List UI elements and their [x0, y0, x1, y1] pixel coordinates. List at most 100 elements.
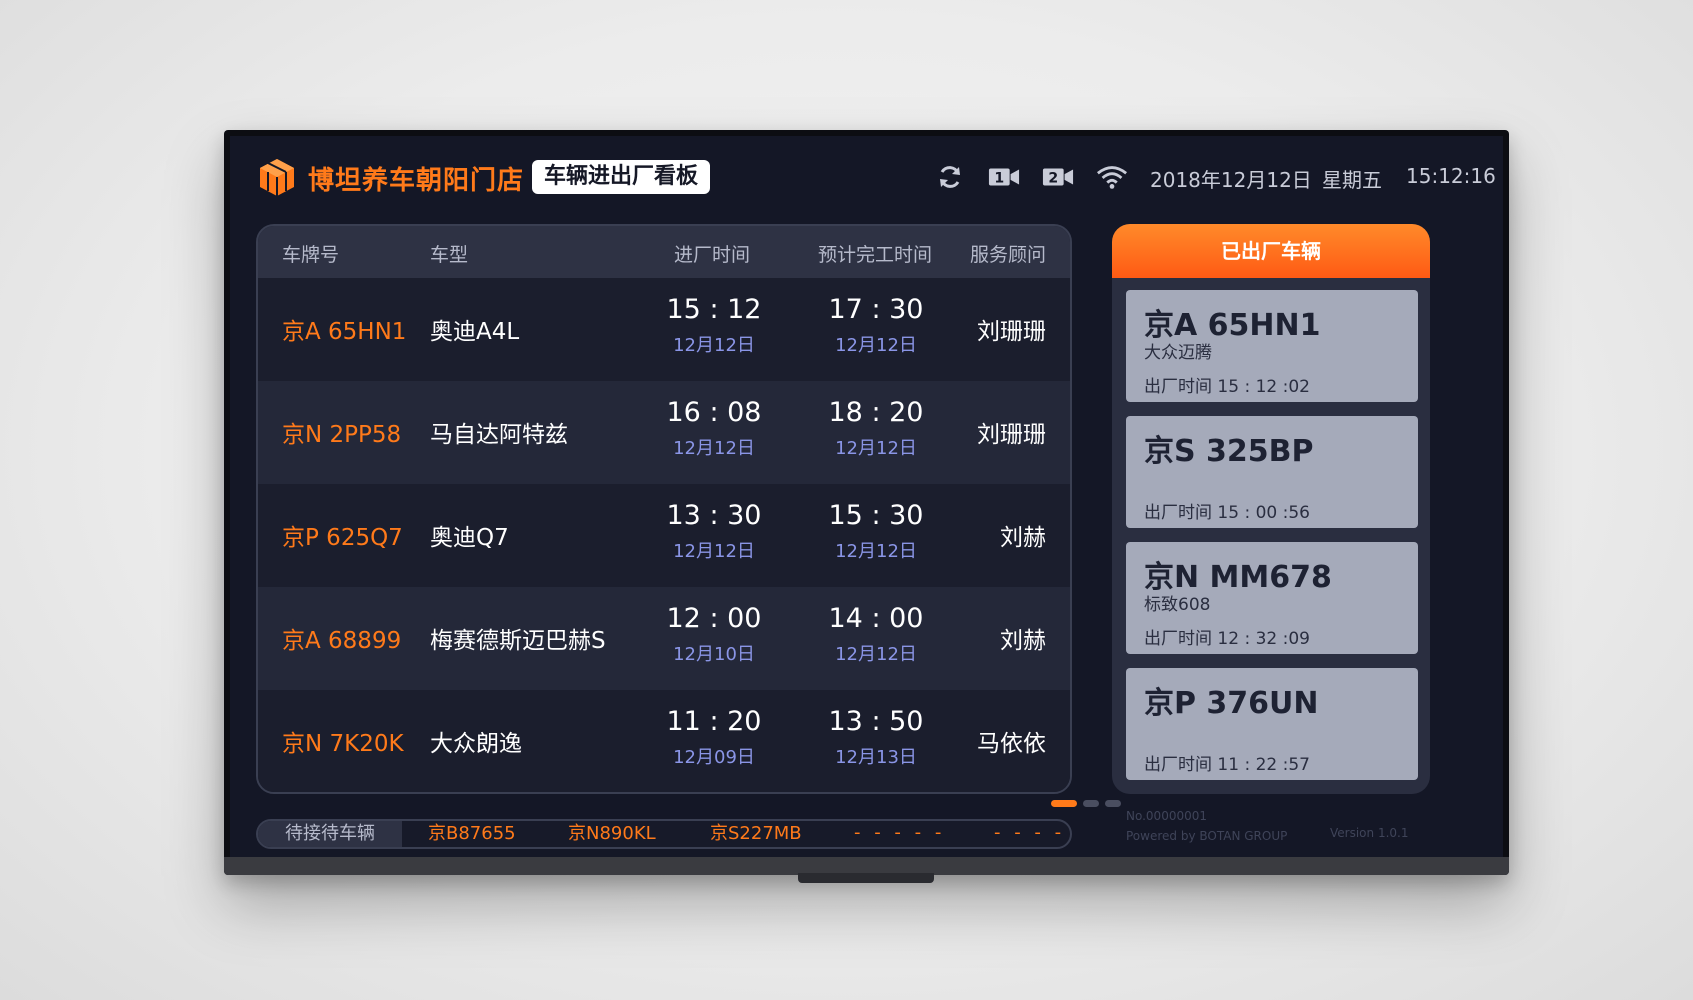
- est-finish-date: 12月12日: [835, 541, 917, 562]
- footer-info: No.00000001 Powered by BOTAN GROUP: [1126, 806, 1287, 846]
- table-row[interactable]: 京A 68899 梅赛德斯迈巴赫S 12 : 00 12月10日 14 : 00…: [258, 587, 1070, 690]
- in-time-date: 12月12日: [673, 541, 755, 562]
- table-row[interactable]: 京N 7K20K 大众朗逸 11 : 20 12月09日 13 : 50 12月…: [258, 690, 1070, 792]
- col-est-finish: 预计完工时间: [818, 244, 933, 266]
- est-finish-time: 13 : 50 12月13日: [811, 706, 941, 769]
- service-advisor: 刘珊珊: [977, 422, 1046, 448]
- est-finish-clock: 13 : 50: [828, 706, 924, 737]
- plate-number: 京N 2PP58: [282, 422, 402, 448]
- camera-2-label: 2: [1048, 171, 1058, 187]
- col-in-time: 进厂时间: [674, 244, 751, 266]
- exited-card[interactable]: 京N MM678 标致608 出厂时间 12 : 32 :09: [1126, 542, 1418, 654]
- car-model: 奥迪Q7: [430, 525, 509, 551]
- service-advisor: 刘赫: [1000, 628, 1046, 654]
- exited-time: 出厂时间 12 : 32 :09: [1144, 629, 1310, 649]
- est-finish-clock: 14 : 00: [828, 603, 924, 634]
- tv-stand: [798, 873, 934, 883]
- waiting-label: 待接待车辆: [258, 821, 402, 847]
- in-time-clock: 13 : 30: [666, 500, 762, 531]
- in-time-date: 12月12日: [673, 438, 755, 459]
- plate-number: 京N 7K20K: [282, 731, 404, 757]
- est-finish-time: 17 : 30 12月12日: [811, 294, 941, 357]
- in-time: 15 : 12 12月12日: [649, 294, 779, 357]
- exited-card[interactable]: 京S 325BP 出厂时间 15 : 00 :56: [1126, 416, 1418, 528]
- table-row[interactable]: 京A 65HN1 奥迪A4L 15 : 12 12月12日 17 : 30 12…: [258, 278, 1070, 381]
- in-time: 12 : 00 12月10日: [649, 603, 779, 666]
- device-number: No.00000001: [1126, 809, 1207, 823]
- in-time-clock: 16 : 08: [666, 397, 762, 428]
- table-header: 车牌号 车型 进厂时间 预计完工时间 服务顾问: [258, 226, 1070, 278]
- wifi-icon: [1096, 162, 1128, 192]
- exited-card[interactable]: 京A 65HN1 大众迈腾 出厂时间 15 : 12 :02: [1126, 290, 1418, 402]
- in-time-clock: 12 : 00: [666, 603, 762, 634]
- exited-plate: 京P 376UN: [1144, 686, 1319, 721]
- exited-time: 出厂时间 15 : 00 :56: [1144, 503, 1310, 523]
- waiting-vehicles-bar: 待接待车辆 京B87655 京N890KL 京S227MB - - - - - …: [256, 819, 1072, 849]
- waiting-plate: 京N890KL: [568, 823, 656, 844]
- header: 博坦养车朝阳门店 车辆进出厂看板 1 2 2018年12月12日 星期五 15:…: [230, 136, 1503, 214]
- camera-1-icon[interactable]: 1: [988, 162, 1020, 192]
- table-row[interactable]: 京N 2PP58 马自达阿特兹 16 : 08 12月12日 18 : 20 1…: [258, 381, 1070, 484]
- exited-plate: 京S 325BP: [1144, 434, 1314, 469]
- table-row[interactable]: 京P 625Q7 奥迪Q7 13 : 30 12月12日 15 : 30 12月…: [258, 484, 1070, 587]
- in-time: 11 : 20 12月09日: [649, 706, 779, 769]
- exited-vehicles-panel: 已出厂车辆 京A 65HN1 大众迈腾 出厂时间 15 : 12 :02 京S …: [1112, 224, 1430, 794]
- est-finish-time: 18 : 20 12月12日: [811, 397, 941, 460]
- est-finish-time: 14 : 00 12月12日: [811, 603, 941, 666]
- in-time-date: 12月12日: [673, 335, 755, 356]
- plate-number: 京A 65HN1: [282, 319, 407, 345]
- col-advisor: 服务顾问: [969, 244, 1046, 266]
- car-model: 梅赛德斯迈巴赫S: [430, 628, 606, 654]
- page-dot-active[interactable]: [1051, 800, 1077, 807]
- board-title: 车辆进出厂看板: [532, 160, 711, 194]
- waiting-plate: 京S227MB: [710, 823, 802, 844]
- car-model: 马自达阿特兹: [430, 422, 568, 448]
- exited-time: 出厂时间 15 : 12 :02: [1144, 377, 1310, 397]
- header-icons: 1 2: [934, 160, 1128, 194]
- waiting-placeholder: - - - - -: [854, 822, 946, 843]
- dashboard-screen: 博坦养车朝阳门店 车辆进出厂看板 1 2 2018年12月12日 星期五 15:…: [230, 136, 1503, 857]
- in-time: 16 : 08 12月12日: [649, 397, 779, 460]
- header-date: 2018年12月12日: [1150, 168, 1312, 192]
- waiting-plate: 京B87655: [428, 823, 516, 844]
- in-time: 13 : 30 12月12日: [649, 500, 779, 563]
- vehicle-table: 车牌号 车型 进厂时间 预计完工时间 服务顾问 京A 65HN1 奥迪A4L 1…: [256, 224, 1072, 794]
- in-time-clock: 11 : 20: [666, 706, 762, 737]
- car-model: 大众朗逸: [430, 731, 522, 757]
- est-finish-date: 12月12日: [835, 438, 917, 459]
- refresh-icon[interactable]: [934, 162, 966, 192]
- service-advisor: 刘赫: [1000, 525, 1046, 551]
- est-finish-date: 12月13日: [835, 747, 917, 768]
- est-finish-date: 12月12日: [835, 644, 917, 665]
- exited-model: 标致608: [1144, 595, 1211, 615]
- in-time-clock: 15 : 12: [666, 294, 762, 325]
- est-finish-date: 12月12日: [835, 335, 917, 356]
- service-advisor: 刘珊珊: [977, 319, 1046, 345]
- exited-time: 出厂时间 11 : 22 :57: [1144, 755, 1310, 775]
- page-dot[interactable]: [1105, 800, 1121, 807]
- header-weekday: 星期五: [1322, 168, 1382, 192]
- plate-number: 京P 625Q7: [282, 525, 403, 551]
- pagination-dots: [1051, 800, 1121, 807]
- est-finish-clock: 18 : 20: [828, 397, 924, 428]
- waiting-placeholder: - - - - -: [994, 822, 1070, 843]
- car-model: 奥迪A4L: [430, 319, 520, 345]
- store-name: 博坦养车朝阳门店: [308, 166, 525, 196]
- exited-model: 大众迈腾: [1144, 343, 1212, 363]
- header-time: 15:12:16: [1406, 164, 1496, 188]
- exited-panel-title: 已出厂车辆: [1112, 224, 1430, 278]
- est-finish-clock: 15 : 30: [828, 500, 924, 531]
- page-dot[interactable]: [1083, 800, 1099, 807]
- exited-card[interactable]: 京P 376UN 出厂时间 11 : 22 :57: [1126, 668, 1418, 780]
- in-time-date: 12月09日: [673, 747, 755, 768]
- powered-by: Powered by BOTAN GROUP: [1126, 829, 1288, 843]
- est-finish-clock: 17 : 30: [828, 294, 924, 325]
- plate-number: 京A 68899: [282, 628, 402, 654]
- col-plate: 车牌号: [282, 244, 340, 266]
- camera-2-icon[interactable]: 2: [1042, 162, 1074, 192]
- est-finish-time: 15 : 30 12月12日: [811, 500, 941, 563]
- col-model: 车型: [430, 244, 469, 266]
- version-label: Version 1.0.1: [1330, 826, 1409, 840]
- tv-frame: 博坦养车朝阳门店 车辆进出厂看板 1 2 2018年12月12日 星期五 15:…: [224, 130, 1509, 875]
- camera-1-label: 1: [994, 171, 1004, 187]
